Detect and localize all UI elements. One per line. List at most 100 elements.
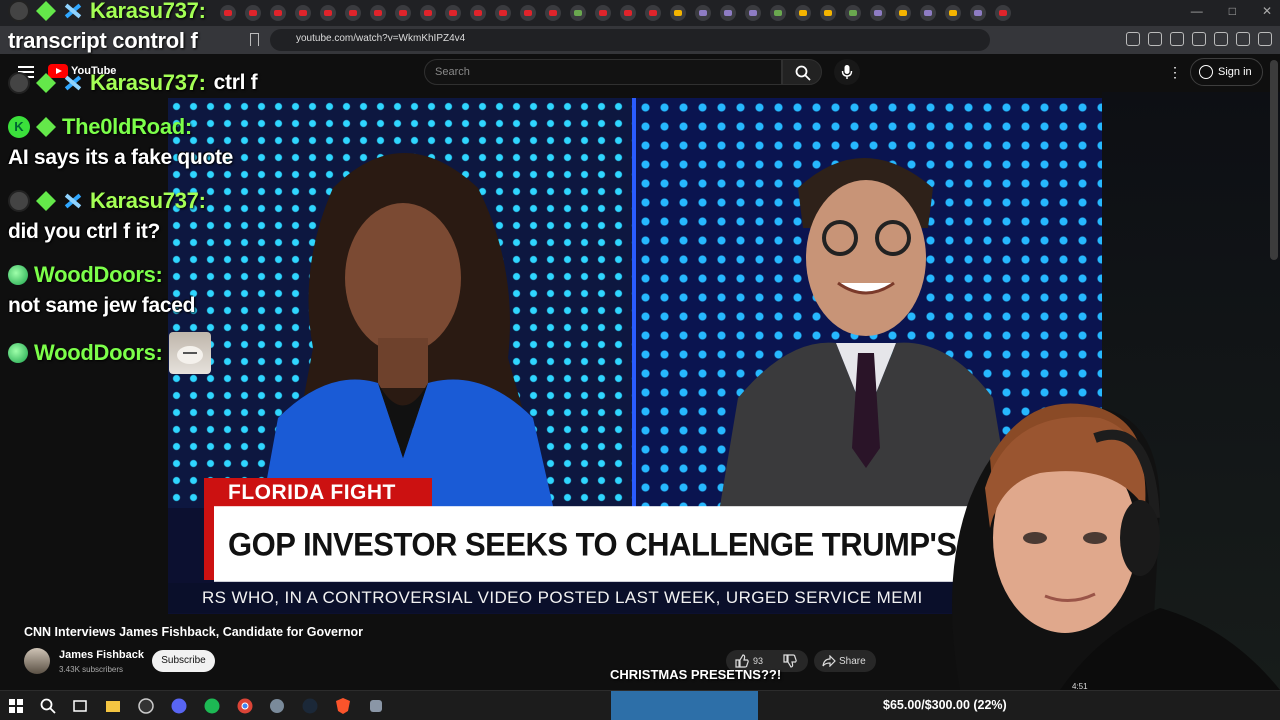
- donation-goal-text: $65.00/$300.00 (22%): [883, 698, 1007, 712]
- media-icon[interactable]: [1170, 32, 1184, 46]
- screen: — □ ✕ youtube.com/watch?v=WkmKhIPZ4v4 Yo…: [0, 0, 1280, 720]
- app-icon[interactable]: [367, 697, 385, 715]
- minimize-icon[interactable]: —: [1191, 4, 1203, 18]
- tab-youtube-icon[interactable]: [295, 5, 311, 21]
- search-button[interactable]: [782, 59, 822, 85]
- more-options-icon[interactable]: ⋮: [1168, 64, 1182, 81]
- tab-site-icon[interactable]: [820, 5, 836, 21]
- chrome-icon[interactable]: [236, 697, 254, 715]
- tab-play-icon[interactable]: [570, 5, 586, 21]
- windows-start-icon[interactable]: [7, 697, 25, 715]
- tab-site-icon[interactable]: [970, 5, 986, 21]
- donation-goal-progress: [611, 691, 758, 720]
- dislike-icon[interactable]: [783, 654, 797, 668]
- tab-site-icon[interactable]: [695, 5, 711, 21]
- task-view-icon[interactable]: [71, 697, 89, 715]
- sword-badge-icon: [62, 72, 84, 94]
- christmas-alert-text: CHRISTMAS PRESETNS??!: [610, 667, 782, 682]
- chat-message: not same jew faced: [8, 294, 196, 317]
- steam-icon[interactable]: [301, 697, 319, 715]
- chat-message: AI says its a fake quote: [8, 146, 234, 169]
- voice-search-button[interactable]: [834, 59, 860, 85]
- diamond-badge-icon: [36, 73, 56, 93]
- vpn-icon[interactable]: [1236, 32, 1250, 46]
- tab-site-icon[interactable]: [770, 5, 786, 21]
- maximize-icon[interactable]: □: [1229, 4, 1236, 18]
- stream-chat-overlay: Karasu737: transcript control f Karasu73…: [0, 0, 260, 380]
- streamer-webcam: 4:51: [952, 403, 1280, 690]
- tab-youtube-icon[interactable]: [420, 5, 436, 21]
- split-screen-divider: [632, 98, 636, 508]
- tab-site-icon[interactable]: [895, 5, 911, 21]
- chat-username: Karasu737:: [90, 188, 206, 213]
- address-bar[interactable]: youtube.com/watch?v=WkmKhIPZ4v4: [270, 29, 990, 51]
- tab-site-icon[interactable]: [870, 5, 886, 21]
- diamond-badge-icon: [36, 117, 56, 137]
- tab-youtube-icon[interactable]: [545, 5, 561, 21]
- user-avatar-icon: [8, 0, 30, 22]
- like-icon[interactable]: [735, 654, 749, 668]
- brave-icon[interactable]: [334, 697, 352, 715]
- tab-site-icon[interactable]: [845, 5, 861, 21]
- chat-message: ctrl f: [213, 71, 258, 94]
- taskbar-search-icon[interactable]: [39, 697, 57, 715]
- chat-username: WoodDoors:: [34, 262, 163, 287]
- url-text: youtube.com/watch?v=WkmKhIPZ4v4: [296, 33, 466, 44]
- chat-username: Karasu737:: [90, 70, 206, 95]
- page-scrollbar[interactable]: [1270, 60, 1278, 260]
- diamond-badge-icon: [36, 191, 56, 211]
- extension-icon[interactable]: [1126, 32, 1140, 46]
- chyron-tag: FLORIDA FIGHT: [204, 478, 432, 508]
- app-icon[interactable]: [268, 697, 286, 715]
- tab-youtube-icon[interactable]: [270, 5, 286, 21]
- obs-icon[interactable]: [137, 697, 155, 715]
- menu-icon[interactable]: [1258, 32, 1272, 46]
- chat-line: Karasu737:: [8, 188, 206, 214]
- tab-youtube-icon[interactable]: [395, 5, 411, 21]
- chat-username: Karasu737:: [90, 0, 206, 23]
- tab-youtube-icon[interactable]: [595, 5, 611, 21]
- tab-youtube-icon[interactable]: [495, 5, 511, 21]
- sidebar-icon[interactable]: [1192, 32, 1206, 46]
- tab-youtube-icon[interactable]: [320, 5, 336, 21]
- tab-site-icon[interactable]: [745, 5, 761, 21]
- wallet-icon[interactable]: [1214, 32, 1228, 46]
- tab-youtube-icon[interactable]: [645, 5, 661, 21]
- tab-site-icon[interactable]: [670, 5, 686, 21]
- tab-youtube-icon[interactable]: [470, 5, 486, 21]
- chat-line: K The0ldRoad:: [8, 114, 192, 140]
- chat-line: WoodDoors:: [8, 332, 211, 374]
- discord-icon[interactable]: [170, 697, 188, 715]
- chat-line: Karasu737:: [8, 0, 206, 24]
- cat-emote-icon: [168, 332, 211, 374]
- chat-line: Karasu737: ctrl f: [8, 70, 258, 96]
- extension-icons: [1126, 32, 1272, 46]
- share-label: Share: [839, 656, 866, 667]
- share-icon: [822, 655, 836, 667]
- tab-site-icon[interactable]: [945, 5, 961, 21]
- spotify-icon[interactable]: [203, 697, 221, 715]
- account-icon: [1199, 65, 1213, 79]
- share-button[interactable]: Share: [814, 650, 876, 672]
- search-input[interactable]: Search: [424, 59, 782, 85]
- tab-site-icon[interactable]: [795, 5, 811, 21]
- channel-avatar[interactable]: [24, 648, 50, 674]
- extension-icon[interactable]: [1148, 32, 1162, 46]
- sign-in-button[interactable]: Sign in: [1190, 58, 1263, 86]
- tab-youtube-icon[interactable]: [520, 5, 536, 21]
- tab-youtube-icon[interactable]: [445, 5, 461, 21]
- diamond-badge-icon: [36, 1, 56, 21]
- subscribe-button[interactable]: Subscribe: [152, 650, 215, 672]
- tab-youtube-icon[interactable]: [620, 5, 636, 21]
- video-title: CNN Interviews James Fishback, Candidate…: [24, 625, 363, 639]
- tab-youtube-icon[interactable]: [370, 5, 386, 21]
- tab-site-icon[interactable]: [920, 5, 936, 21]
- file-explorer-icon[interactable]: [104, 697, 122, 715]
- sword-badge-icon: [62, 0, 84, 22]
- tab-youtube-icon[interactable]: [345, 5, 361, 21]
- close-icon[interactable]: ✕: [1262, 4, 1272, 18]
- gem-badge-icon: [8, 265, 28, 285]
- channel-name[interactable]: James Fishback: [59, 649, 144, 661]
- tab-active-icon[interactable]: [995, 5, 1011, 21]
- tab-site-icon[interactable]: [720, 5, 736, 21]
